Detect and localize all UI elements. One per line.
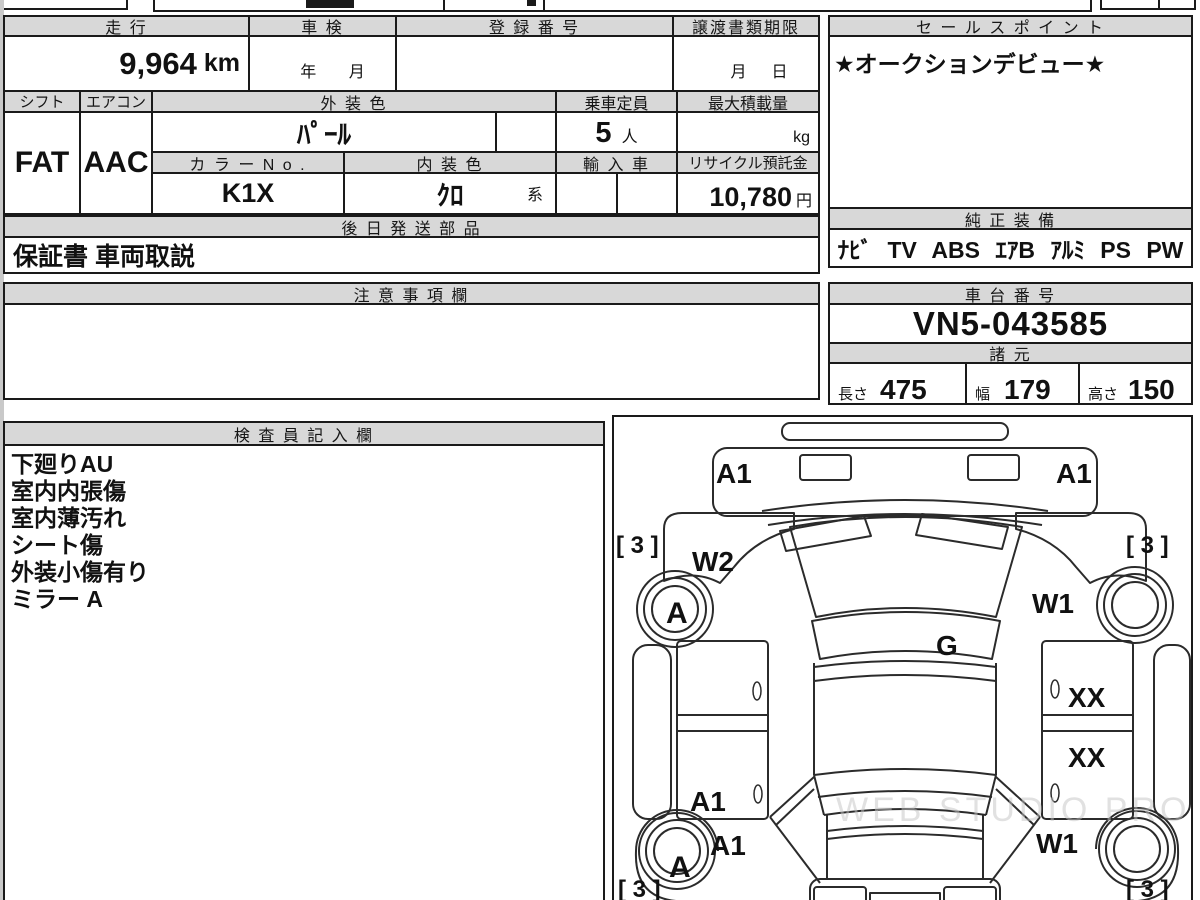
watermark: WEB STUDIO PRO <box>836 791 1190 829</box>
recycle-deposit-header: リサイクル預託金 <box>676 151 820 174</box>
spec-length: 長さ 475 <box>828 362 967 405</box>
headlight-left <box>799 454 852 481</box>
spec-height-label: 高さ <box>1088 386 1119 403</box>
door-handle <box>752 681 762 701</box>
spec-length-label: 長さ <box>838 386 869 403</box>
damage-mark-a1-front-right: A1 <box>1056 458 1092 489</box>
later-parts-header: 後 日 発 送 部 品 <box>3 215 820 238</box>
import-value-right <box>616 172 678 215</box>
interior-color-header: 内 装 色 <box>343 151 557 174</box>
damage-mark-a-rear-left-wheel: A <box>669 851 691 884</box>
sales-point-header: セ ー ル ス ポ イ ン ト <box>828 15 1193 37</box>
color-no-header: カ ラ ー N o . <box>151 151 345 174</box>
capacity-value: 5 人 <box>555 111 678 153</box>
exterior-color-header: 外 装 色 <box>151 90 557 113</box>
transfer-deadline-header: 譲渡書類期限 <box>672 15 820 37</box>
tire-grade-front-right: [ 3 ] <box>1126 532 1169 559</box>
cowl-line <box>761 499 1049 512</box>
headlight-right <box>967 454 1020 481</box>
registration-header: 登 録 番 号 <box>395 15 674 37</box>
inspector-notes-header: 検 査 員 記 入 欄 <box>3 421 605 446</box>
trunk-curve <box>826 833 984 840</box>
roof-curve <box>813 674 997 682</box>
damage-mark-a1-front-left: A1 <box>716 458 752 489</box>
tire-grade-rear-right: [ 3 ] <box>1126 876 1169 900</box>
windshield <box>789 516 1023 618</box>
mileage-header: 走 行 <box>3 15 250 37</box>
damage-mark-a1-left-quarter: A1 <box>710 830 746 861</box>
damage-mark-g-windshield: G <box>936 630 958 661</box>
damage-mark-a1-left-rear-door: A1 <box>690 786 726 817</box>
recycle-deposit-value: 10,780 円 <box>676 172 820 215</box>
inspector-note-line: 室内薄汚れ <box>11 505 126 531</box>
tire-grade-rear-left: [ 3 ] <box>618 876 661 900</box>
taillight-right <box>943 886 997 900</box>
interior-color-value: ｸﾛ 系 <box>343 172 557 215</box>
notes-header: 注 意 事 項 欄 <box>3 282 820 305</box>
capacity-header: 乗車定員 <box>555 90 678 113</box>
inspector-note-line: ミラー A <box>11 586 103 612</box>
license-plate-area <box>869 892 941 900</box>
door-handle <box>753 784 763 804</box>
spec-length-value: 475 <box>880 374 927 405</box>
aircon-value: AAC <box>79 111 153 215</box>
cutoff-text-remnant <box>306 0 354 8</box>
color-no-value: K1X <box>151 172 345 215</box>
genuine-equipment-header: 純 正 装 備 <box>828 207 1193 230</box>
max-load-value: kg <box>676 111 820 153</box>
mileage-value: 9,964 km <box>3 35 250 92</box>
roof-front-band <box>811 611 1001 660</box>
inspection-value: 年 月 <box>248 35 397 92</box>
shift-header: シフト <box>3 90 81 113</box>
damage-mark-xx-right-rear-door: XX <box>1068 742 1106 773</box>
genuine-equipment-value: ﾅﾋﾞ TV ABS ｴｱB ｱﾙﾐ PS PW <box>828 228 1193 268</box>
auction-sheet: 走 行 車 検 登 録 番 号 譲渡書類期限 9,964 km 年 月 月 日 … <box>0 0 1200 900</box>
car-diagram: WEB STUDIO PRO A1 A1 [ 3 ] [ 3 ] W2 A W1… <box>616 422 1191 900</box>
inspector-note-line: 下廻りAU <box>11 451 114 477</box>
rear-window-top <box>813 768 997 776</box>
aircon-header: エアコン <box>79 90 153 113</box>
rear-bumper <box>809 878 1001 900</box>
damage-mark-w1-right-quarter: W1 <box>1036 828 1078 859</box>
specs-header: 諸 元 <box>828 342 1193 364</box>
roof-curve <box>813 660 997 668</box>
spec-height-value: 150 <box>1128 374 1175 405</box>
spec-width-label: 幅 <box>975 386 991 403</box>
import-value-left <box>555 172 618 215</box>
spec-width-value: 179 <box>1004 374 1051 405</box>
front-end-panel <box>712 447 1098 517</box>
chassis-number-header: 車 台 番 号 <box>828 282 1193 305</box>
interior-color-suffix: 系 <box>526 187 543 204</box>
inspection-header: 車 検 <box>248 15 397 37</box>
inspector-notes-box: 下廻りAU 室内内張傷 室内薄汚れ シート傷 外装小傷有り ミラー A <box>3 444 605 900</box>
door-handle <box>1050 679 1060 699</box>
sales-point-value: ★オークションデビュー★ <box>834 51 1106 77</box>
shift-value: FAT <box>3 111 81 215</box>
inspector-note-line: 室内内張傷 <box>11 478 126 504</box>
exterior-color-sub-cell <box>495 111 557 153</box>
car-diagram-box: WEB STUDIO PRO A1 A1 [ 3 ] [ 3 ] W2 A W1… <box>612 415 1193 900</box>
left-sill-panel <box>632 644 672 820</box>
chassis-number-value: VN5-043585 <box>828 303 1193 344</box>
tire-grade-front-left: [ 3 ] <box>616 532 659 559</box>
sales-point-box: ★オークションデビュー★ <box>828 35 1193 209</box>
front-bumper-strip <box>781 422 1009 441</box>
spec-width: 幅 179 <box>965 362 1080 405</box>
exterior-color-value: ﾊﾟｰﾙ <box>151 111 497 153</box>
inspector-note-line: 外装小傷有り <box>11 559 149 585</box>
inspector-note-line: シート傷 <box>11 532 103 558</box>
transfer-deadline-value: 月 日 <box>672 35 820 92</box>
registration-value <box>395 35 674 92</box>
taillight-left <box>813 886 867 900</box>
damage-mark-a-front-left-wheel: A <box>666 597 688 630</box>
damage-mark-w2-left-fender: W2 <box>692 546 734 577</box>
damage-mark-xx-right-front-door: XX <box>1068 682 1106 713</box>
damage-mark-w1-right-fender: W1 <box>1032 588 1074 619</box>
notes-box <box>3 303 820 400</box>
spec-height: 高さ 150 <box>1078 362 1193 405</box>
max-load-header: 最大積載量 <box>676 90 820 113</box>
import-header: 輸 入 車 <box>555 151 678 174</box>
later-parts-value: 保証書 車両取説 <box>3 236 820 274</box>
